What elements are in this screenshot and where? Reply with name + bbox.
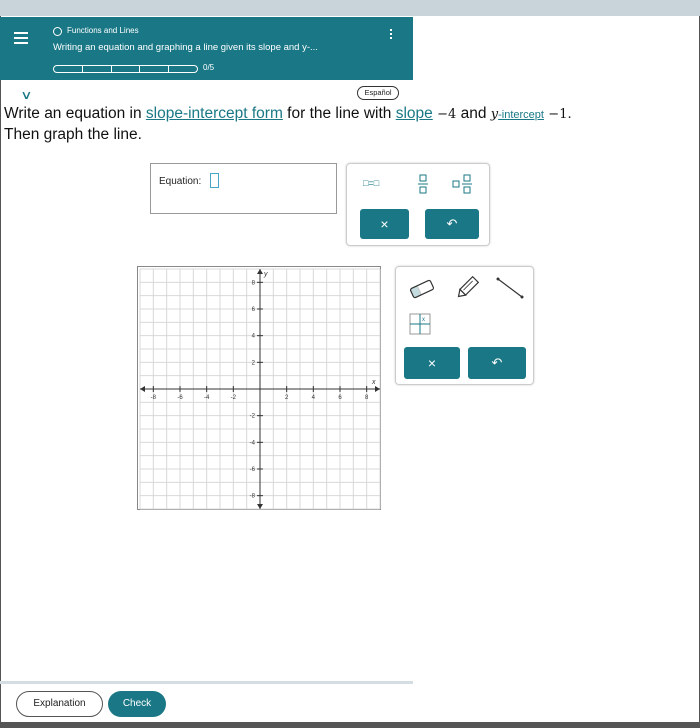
menu-icon[interactable] <box>14 30 30 44</box>
equals-template-button[interactable]: □=□ <box>363 178 379 188</box>
x-tick-label: 4 <box>312 395 316 401</box>
y-axis-label: y <box>263 271 268 278</box>
progress-count: 0/5 <box>203 63 215 72</box>
question-line-2: Then graph the line. <box>4 126 142 143</box>
question-text-part: and <box>456 105 491 122</box>
y-axis-arrow-up <box>257 269 263 274</box>
progress-segment <box>112 66 141 72</box>
lesson-title: Writing an equation and graphing a line … <box>53 42 318 53</box>
equation-toolbar: □=□ × ↶ <box>346 163 490 246</box>
x-tick-label: 2 <box>285 395 289 401</box>
x-tick-label: -4 <box>204 395 210 401</box>
mixed-number-template-button[interactable] <box>452 174 474 196</box>
graph-clear-button[interactable]: × <box>404 347 460 379</box>
table-icon[interactable]: x <box>409 313 431 340</box>
y-tick-label: -8 <box>250 494 256 500</box>
footer-divider <box>0 681 413 684</box>
y-tick-label: -6 <box>250 467 256 473</box>
x-tick-label: 6 <box>338 395 342 401</box>
equation-answer-box: Equation: <box>150 163 337 214</box>
eraser-icon[interactable] <box>408 279 436 304</box>
more-options-icon[interactable] <box>386 29 396 43</box>
y-tick-label: 2 <box>252 360 256 366</box>
progress-segment <box>83 66 112 72</box>
x-tick-label: -8 <box>151 395 157 401</box>
bottom-bar <box>0 722 700 728</box>
topic-title: Functions and Lines <box>67 26 139 35</box>
question-text-part: Write an equation in <box>4 105 146 122</box>
progress-segment <box>169 66 197 72</box>
undo-button[interactable]: ↶ <box>425 209 479 239</box>
x-axis-label: x <box>371 379 376 386</box>
pencil-icon[interactable] <box>454 275 480 306</box>
svg-text:x: x <box>422 317 425 323</box>
clear-button[interactable]: × <box>360 209 409 239</box>
slope-intercept-form-link[interactable]: slope-intercept form <box>146 105 283 122</box>
graph-toolbar: x × ↶ <box>395 266 534 385</box>
y-intercept-link[interactable]: -intercept <box>498 109 544 121</box>
y-tick-label: -4 <box>250 440 256 446</box>
y-axis-arrow-down <box>257 504 263 509</box>
question-line-1: Write an equation in slope-intercept for… <box>4 104 572 125</box>
browser-top-strip <box>0 0 700 16</box>
graph-area[interactable]: x y -8 -6 -4 -2 2 4 6 8 8 6 4 2 -2 -4 -6 -8 <box>137 266 381 510</box>
slope-link[interactable]: slope <box>396 105 433 122</box>
y-tick-label: 4 <box>252 334 256 340</box>
progress-bar <box>53 65 198 73</box>
fraction-template-button[interactable] <box>417 174 429 196</box>
language-toggle-button[interactable]: Español <box>357 86 399 100</box>
x-axis-arrow-right <box>375 386 380 392</box>
explanation-button[interactable]: Explanation <box>16 691 103 717</box>
line-tool-icon[interactable] <box>496 277 524 304</box>
equation-label: Equation: <box>159 176 202 187</box>
question-text: Write an equation in slope-intercept for… <box>4 104 572 145</box>
equation-input[interactable] <box>210 173 219 188</box>
x-tick-label: -6 <box>177 395 183 401</box>
coordinate-grid[interactable]: x y -8 -6 -4 -2 2 4 6 8 8 6 4 2 -2 -4 -6 -8 <box>138 267 382 511</box>
intercept-value: −1. <box>548 107 572 122</box>
y-tick-label: -2 <box>250 414 256 420</box>
graph-undo-button[interactable]: ↶ <box>468 347 526 379</box>
progress-segment <box>54 66 83 72</box>
x-tick-label: -2 <box>231 395 237 401</box>
y-tick-label: 6 <box>252 307 256 313</box>
question-text-part: for the line with <box>282 105 396 122</box>
chevron-down-icon[interactable]: ∨ <box>20 88 32 102</box>
check-button[interactable]: Check <box>108 691 166 717</box>
y-tick-label: 8 <box>252 280 256 286</box>
progress-segment <box>140 66 170 72</box>
x-axis-arrow-left <box>140 386 145 392</box>
topic-circle-icon <box>53 27 62 36</box>
lesson-header: Functions and Lines Writing an equation … <box>0 17 413 80</box>
slope-value: −4 <box>437 107 457 122</box>
x-tick-label: 8 <box>365 395 369 401</box>
